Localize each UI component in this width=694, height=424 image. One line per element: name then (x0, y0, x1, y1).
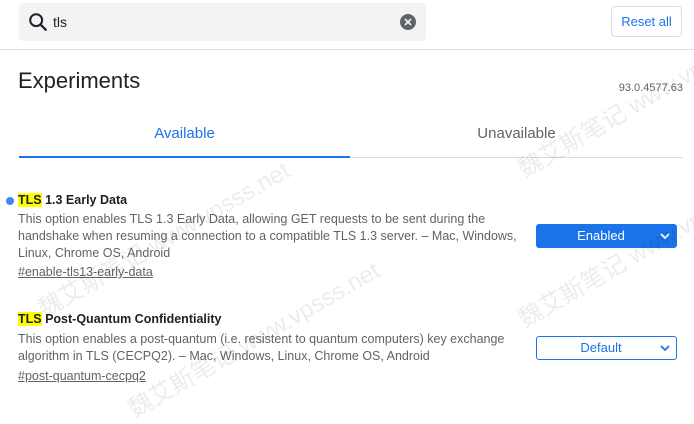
chevron-down-icon (660, 345, 670, 352)
modified-indicator-dot (6, 197, 14, 205)
reset-all-button[interactable]: Reset all (611, 6, 682, 37)
experiment-description: This option enables TLS 1.3 Early Data, … (18, 212, 517, 260)
tab-active-indicator (19, 156, 350, 158)
search-input[interactable] (53, 3, 383, 41)
header-divider (0, 49, 694, 50)
search-highlight: TLS (18, 193, 42, 207)
chevron-down-icon (660, 233, 670, 240)
version-label: 93.0.4577.63 (618, 82, 683, 94)
tab-unavailable[interactable]: Unavailable (350, 122, 683, 158)
search-icon (29, 13, 47, 31)
experiment-state-select[interactable]: Default (536, 336, 677, 360)
clear-icon[interactable] (400, 14, 416, 30)
page-title: Experiments (18, 68, 141, 93)
experiment-permalink[interactable]: #enable-tls13-early-data (18, 265, 153, 279)
experiment-state-value: Enabled (577, 228, 625, 243)
experiment-description: This option enables a post-quantum (i.e.… (18, 332, 505, 363)
experiment-permalink[interactable]: #post-quantum-cecpq2 (18, 369, 146, 383)
experiment-title-text: Post-Quantum Confidentiality (41, 312, 222, 326)
experiment-state-select[interactable]: Enabled (536, 224, 677, 248)
experiment-title-text: 1.3 Early Data (41, 193, 128, 207)
search-bar[interactable] (19, 3, 426, 41)
search-highlight: TLS (18, 312, 42, 326)
tab-available[interactable]: Available (19, 122, 350, 158)
experiment-title: TLS Post-Quantum Confidentiality (18, 312, 221, 326)
experiment-title: TLS 1.3 Early Data (18, 193, 127, 207)
experiment-state-value: Default (580, 340, 622, 355)
